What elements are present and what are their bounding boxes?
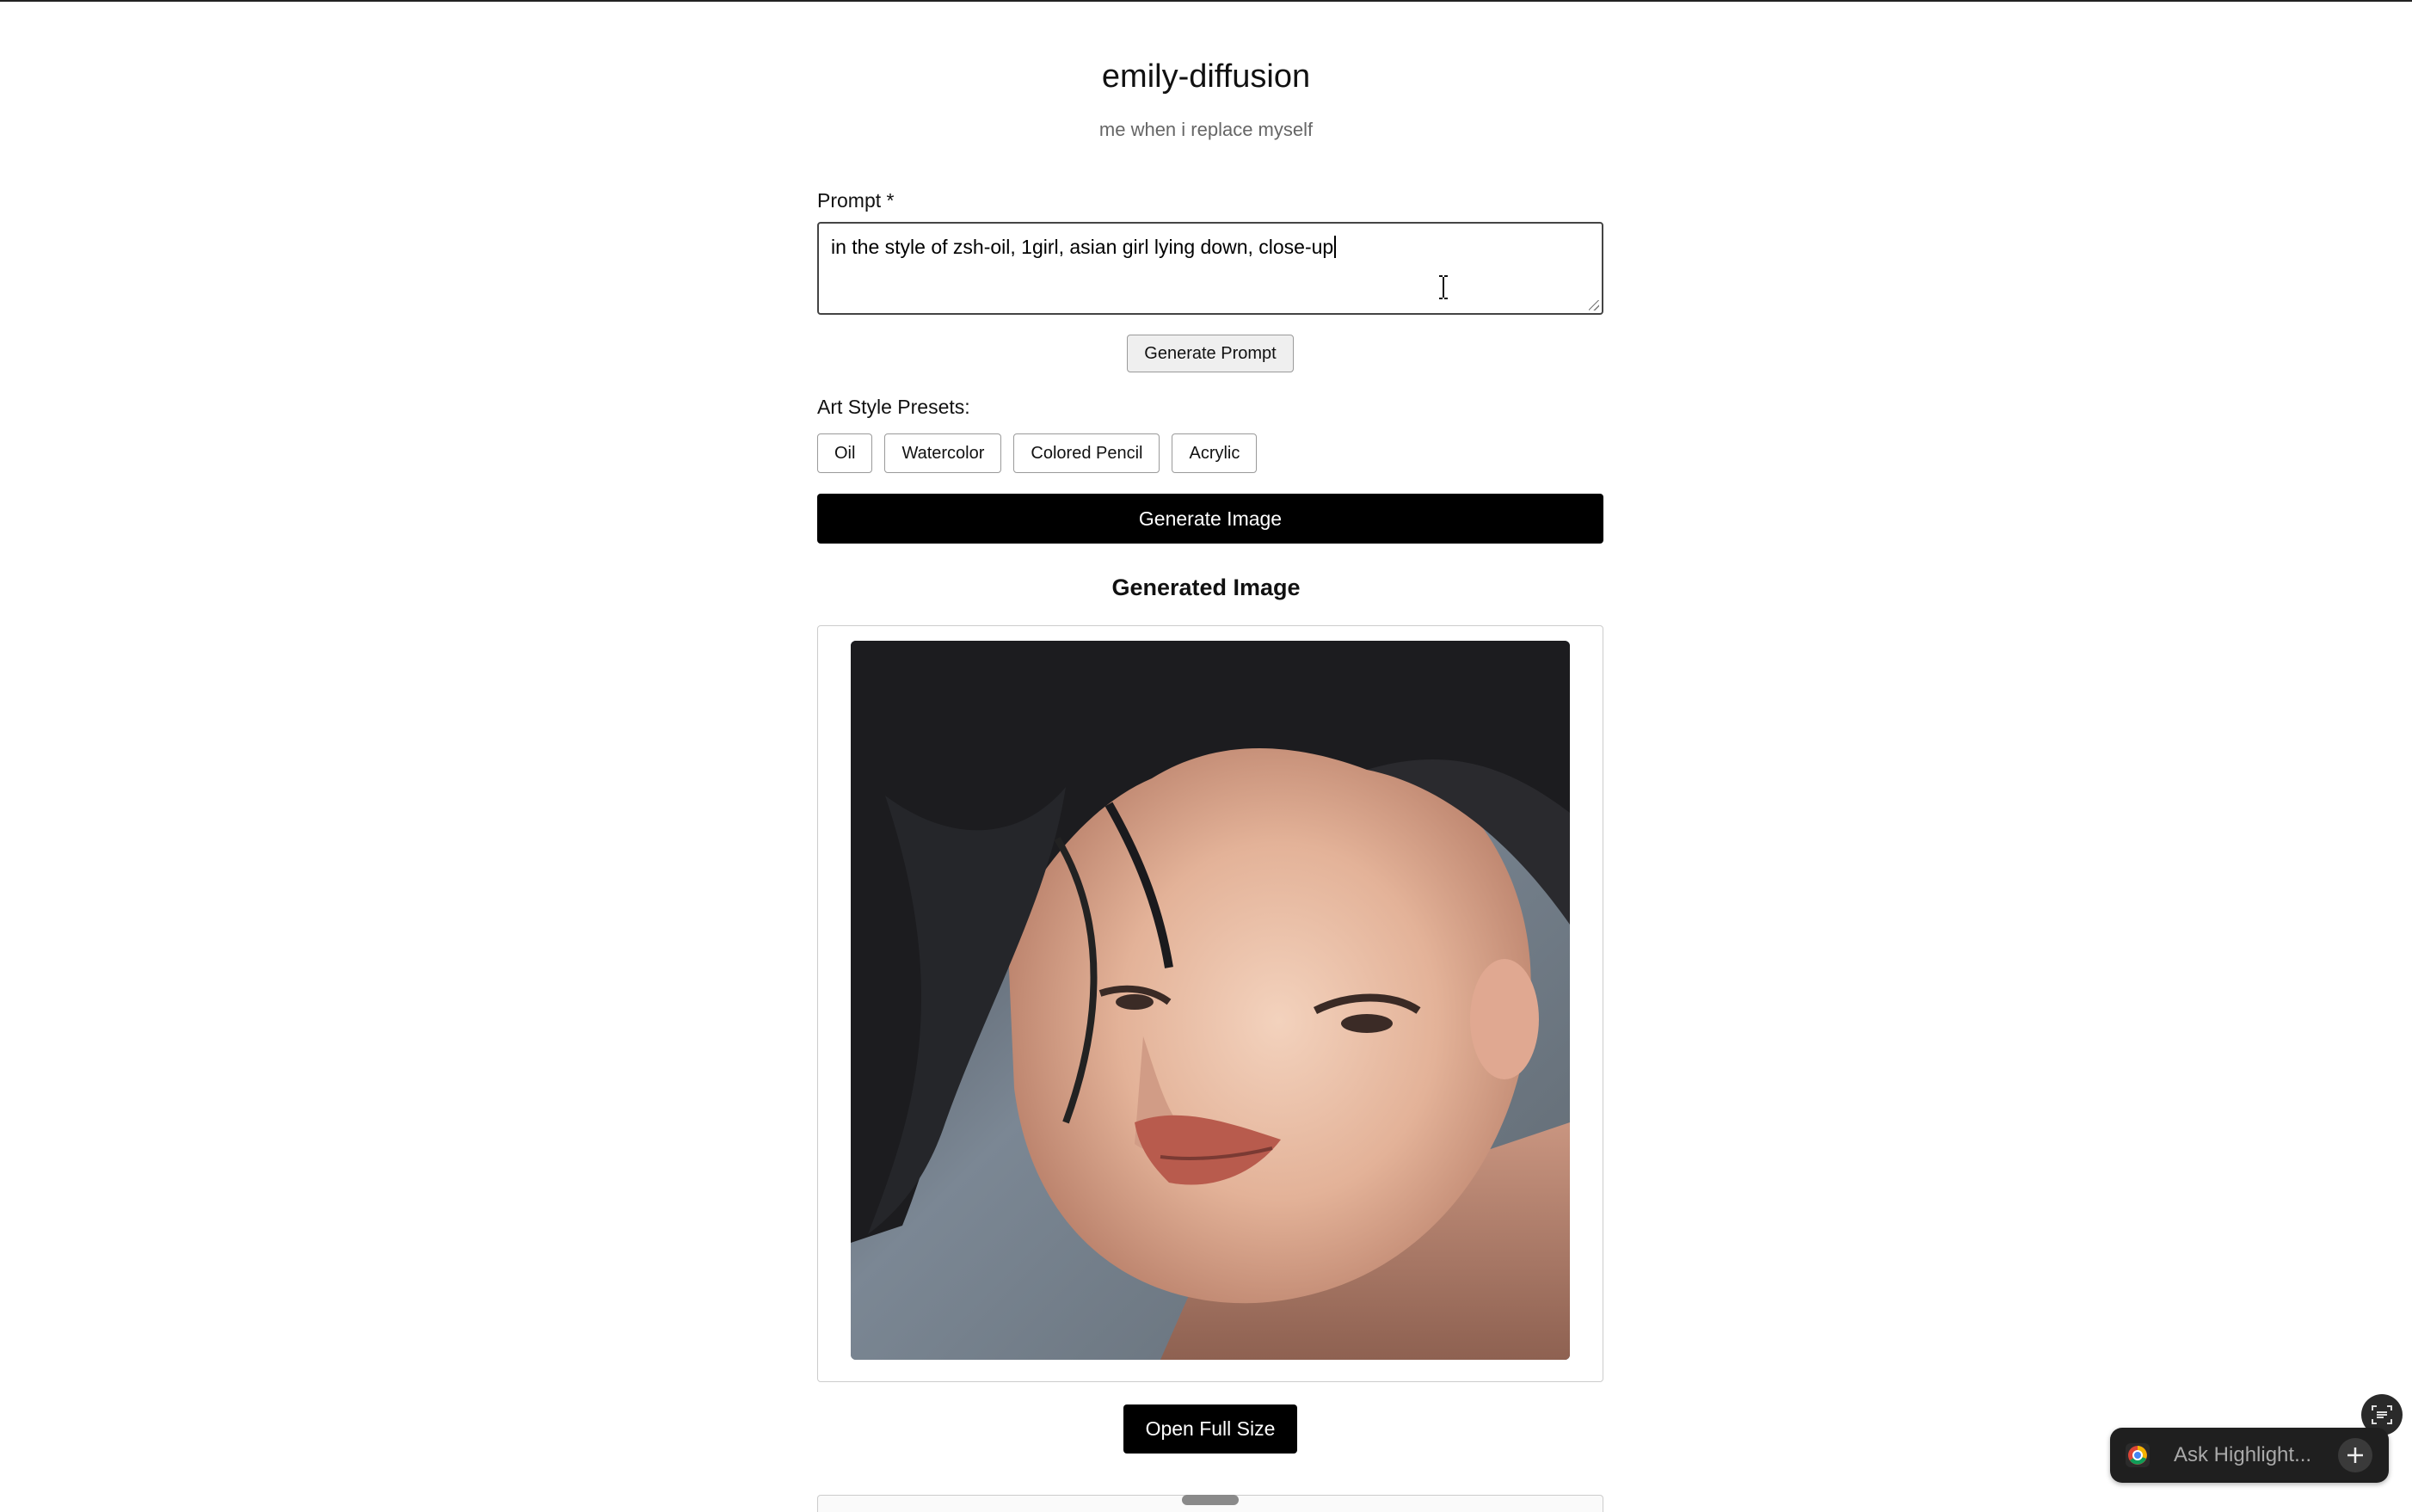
page-title: emily-diffusion xyxy=(1101,58,1311,95)
generated-image xyxy=(851,641,1570,1360)
add-button[interactable] xyxy=(2338,1438,2372,1472)
ibeam-cursor-icon xyxy=(1439,275,1448,299)
preset-oil-button[interactable]: Oil xyxy=(817,433,873,473)
preset-acrylic-button[interactable]: Acrylic xyxy=(1172,433,1258,473)
text-caret xyxy=(1334,236,1337,258)
ask-highlight-bar[interactable]: Ask Highlight... xyxy=(2110,1428,2389,1483)
portrait-illustration xyxy=(851,641,1570,1360)
plus-icon xyxy=(2347,1447,2363,1463)
prompt-textarea[interactable]: in the style of zsh-oil, 1girl, asian gi… xyxy=(817,222,1603,315)
generated-image-title: Generated Image xyxy=(1111,575,1301,600)
presets-label: Art Style Presets: xyxy=(817,396,970,418)
open-full-size-button[interactable]: Open Full Size xyxy=(1123,1404,1297,1454)
preset-colored-pencil-button[interactable]: Colored Pencil xyxy=(1013,433,1160,473)
generate-image-button[interactable]: Generate Image xyxy=(817,494,1603,544)
prompt-text: in the style of zsh-oil, 1girl, asian gi… xyxy=(831,236,1334,258)
highlight-logo-icon xyxy=(2126,1443,2150,1467)
preset-watercolor-button[interactable]: Watercolor xyxy=(884,433,1002,473)
resize-handle-icon[interactable] xyxy=(1589,300,1599,310)
prompt-label: Prompt * xyxy=(817,189,895,212)
ask-highlight-input[interactable]: Ask Highlight... xyxy=(2174,1443,2311,1467)
page-subtitle: me when i replace myself xyxy=(1098,119,1314,140)
generate-prompt-button[interactable]: Generate Prompt xyxy=(1127,335,1294,372)
scan-icon xyxy=(2372,1405,2392,1424)
top-border xyxy=(0,0,2412,2)
presets-group: Oil Watercolor Colored Pencil Acrylic xyxy=(817,433,1258,473)
scroll-handle[interactable] xyxy=(1182,1495,1239,1505)
image-card xyxy=(817,625,1603,1382)
